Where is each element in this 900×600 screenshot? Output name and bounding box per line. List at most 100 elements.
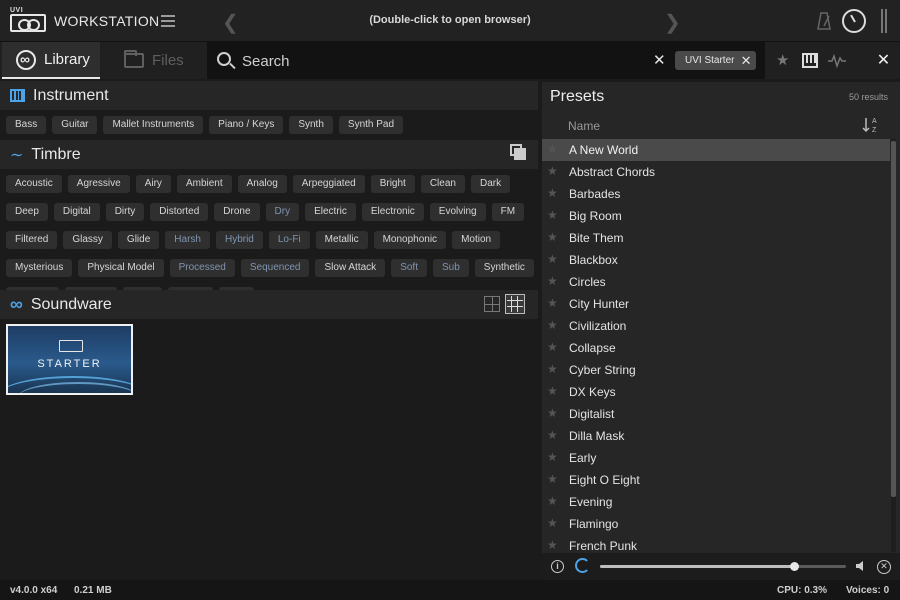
list-view-icon[interactable] — [484, 296, 500, 312]
tag-slow-attack[interactable]: Slow Attack — [315, 259, 386, 277]
star-icon[interactable]: ★ — [547, 208, 558, 222]
preset-row[interactable]: ★ French Punk — [542, 535, 890, 552]
menu-icon[interactable] — [161, 15, 175, 27]
tag-electric[interactable]: Electric — [305, 203, 356, 221]
star-icon[interactable]: ★ — [547, 230, 558, 244]
tag-arpeggiated[interactable]: Arpeggiated — [292, 175, 365, 193]
metronome-icon[interactable] — [817, 12, 831, 30]
star-icon[interactable]: ★ — [547, 428, 558, 442]
star-icon[interactable]: ★ — [547, 340, 558, 354]
favorites-filter-icon[interactable]: ★ — [776, 51, 789, 69]
tag-electronic[interactable]: Electronic — [361, 203, 424, 221]
star-icon[interactable]: ★ — [547, 252, 558, 266]
star-icon[interactable]: ★ — [547, 516, 558, 530]
next-preset-button[interactable]: ❯ — [664, 10, 681, 35]
grid-view-icon[interactable] — [505, 294, 525, 314]
tag-piano-keys[interactable]: Piano / Keys — [209, 116, 284, 134]
preset-row[interactable]: ★ City Hunter — [542, 293, 890, 315]
preset-list-scrollbar[interactable] — [891, 139, 896, 552]
star-icon[interactable]: ★ — [547, 406, 558, 420]
tag-evolving[interactable]: Evolving — [429, 203, 486, 221]
sort-az-icon[interactable]: A Z — [862, 116, 882, 134]
tag-physical-model[interactable]: Physical Model — [78, 259, 164, 277]
tag-clean[interactable]: Clean — [420, 175, 465, 193]
tag-motion[interactable]: Motion — [452, 231, 501, 249]
star-icon[interactable]: ★ — [547, 296, 558, 310]
stop-preview-icon[interactable]: ✕ — [877, 560, 891, 574]
tag-processed[interactable]: Processed — [169, 259, 235, 277]
tag-sub[interactable]: Sub — [432, 259, 469, 277]
tag-hybrid[interactable]: Hybrid — [215, 231, 263, 249]
preset-row[interactable]: ★ Evening — [542, 491, 890, 513]
tag-drone[interactable]: Drone — [214, 203, 260, 221]
close-browser-button[interactable]: ✕ — [867, 42, 900, 79]
tag-ambient[interactable]: Ambient — [176, 175, 232, 193]
previous-preset-button[interactable]: ❮ — [222, 10, 239, 35]
browser-hint[interactable]: (Double-click to open browser) — [300, 14, 600, 26]
star-icon[interactable]: ★ — [547, 142, 558, 156]
tab-files[interactable]: Files — [104, 42, 202, 79]
star-icon[interactable]: ★ — [547, 318, 558, 332]
preset-row[interactable]: ★ Barbades — [542, 183, 890, 205]
preset-row[interactable]: ★ Big Room — [542, 205, 890, 227]
tag-glassy[interactable]: Glassy — [63, 231, 112, 249]
tag-dry[interactable]: Dry — [265, 203, 300, 221]
star-icon[interactable]: ★ — [547, 362, 558, 376]
preset-row[interactable]: ★ Civilization — [542, 315, 890, 337]
clear-search-icon[interactable]: ✕ — [653, 51, 666, 69]
tag-filtered[interactable]: Filtered — [6, 231, 58, 249]
copy-icon[interactable] — [510, 144, 526, 160]
preset-row[interactable]: ★ Bite Them — [542, 227, 890, 249]
tag-analog[interactable]: Analog — [237, 175, 287, 193]
tag-bass[interactable]: Bass — [6, 116, 47, 134]
filter-chip-uvi-starter[interactable]: UVI Starter ✕ — [675, 51, 757, 70]
tag-harsh[interactable]: Harsh — [165, 231, 210, 249]
name-column-header[interactable]: Name — [568, 119, 600, 133]
info-icon[interactable]: i — [551, 560, 564, 573]
tag-synthetic[interactable]: Synthetic — [474, 259, 534, 277]
speaker-icon[interactable] — [856, 561, 866, 571]
preset-row[interactable]: ★ Eight O Eight — [542, 469, 890, 491]
tab-library[interactable]: Library — [2, 42, 100, 79]
preset-row[interactable]: ★ Digitalist — [542, 403, 890, 425]
tag-dirty[interactable]: Dirty — [105, 203, 145, 221]
preview-progress-slider[interactable] — [600, 562, 846, 571]
tag-soft[interactable]: Soft — [391, 259, 427, 277]
tag-agressive[interactable]: Agressive — [67, 175, 130, 193]
preset-row[interactable]: ★ Blackbox — [542, 249, 890, 271]
tag-acoustic[interactable]: Acoustic — [6, 175, 62, 193]
star-icon[interactable]: ★ — [547, 472, 558, 486]
preset-row[interactable]: ★ A New World — [542, 139, 890, 161]
star-icon[interactable]: ★ — [547, 494, 558, 508]
remove-filter-icon[interactable]: ✕ — [741, 51, 752, 70]
tag-monophonic[interactable]: Monophonic — [373, 231, 447, 249]
tag-synth-pad[interactable]: Synth Pad — [338, 116, 404, 134]
preset-row[interactable]: ★ Collapse — [542, 337, 890, 359]
preset-row[interactable]: ★ Circles — [542, 271, 890, 293]
preset-row[interactable]: ★ Dilla Mask — [542, 425, 890, 447]
search-input[interactable] — [242, 50, 642, 72]
tag-guitar[interactable]: Guitar — [52, 116, 98, 134]
tag-bright[interactable]: Bright — [370, 175, 415, 193]
tag-distorted[interactable]: Distorted — [150, 203, 209, 221]
soundware-card-starter[interactable]: STARTER — [6, 324, 133, 395]
star-icon[interactable]: ★ — [547, 164, 558, 178]
tag-digital[interactable]: Digital — [53, 203, 100, 221]
tag-dark[interactable]: Dark — [470, 175, 511, 193]
tag-fm[interactable]: FM — [491, 203, 525, 221]
progress-knob[interactable] — [790, 562, 800, 571]
star-icon[interactable]: ★ — [547, 450, 558, 464]
preset-row[interactable]: ★ Early — [542, 447, 890, 469]
tag-mallet-instruments[interactable]: Mallet Instruments — [103, 116, 204, 134]
master-volume-knob[interactable] — [842, 9, 866, 33]
star-icon[interactable]: ★ — [547, 538, 558, 552]
waveform-filter-icon[interactable] — [828, 54, 846, 68]
star-icon[interactable]: ★ — [547, 186, 558, 200]
scrollbar-thumb[interactable] — [891, 141, 896, 497]
preset-row[interactable]: ★ DX Keys — [542, 381, 890, 403]
tag-sequenced[interactable]: Sequenced — [240, 259, 310, 277]
tag-synth[interactable]: Synth — [289, 116, 333, 134]
preset-row[interactable]: ★ Cyber String — [542, 359, 890, 381]
star-icon[interactable]: ★ — [547, 274, 558, 288]
tag-lo-fi[interactable]: Lo-Fi — [268, 231, 310, 249]
